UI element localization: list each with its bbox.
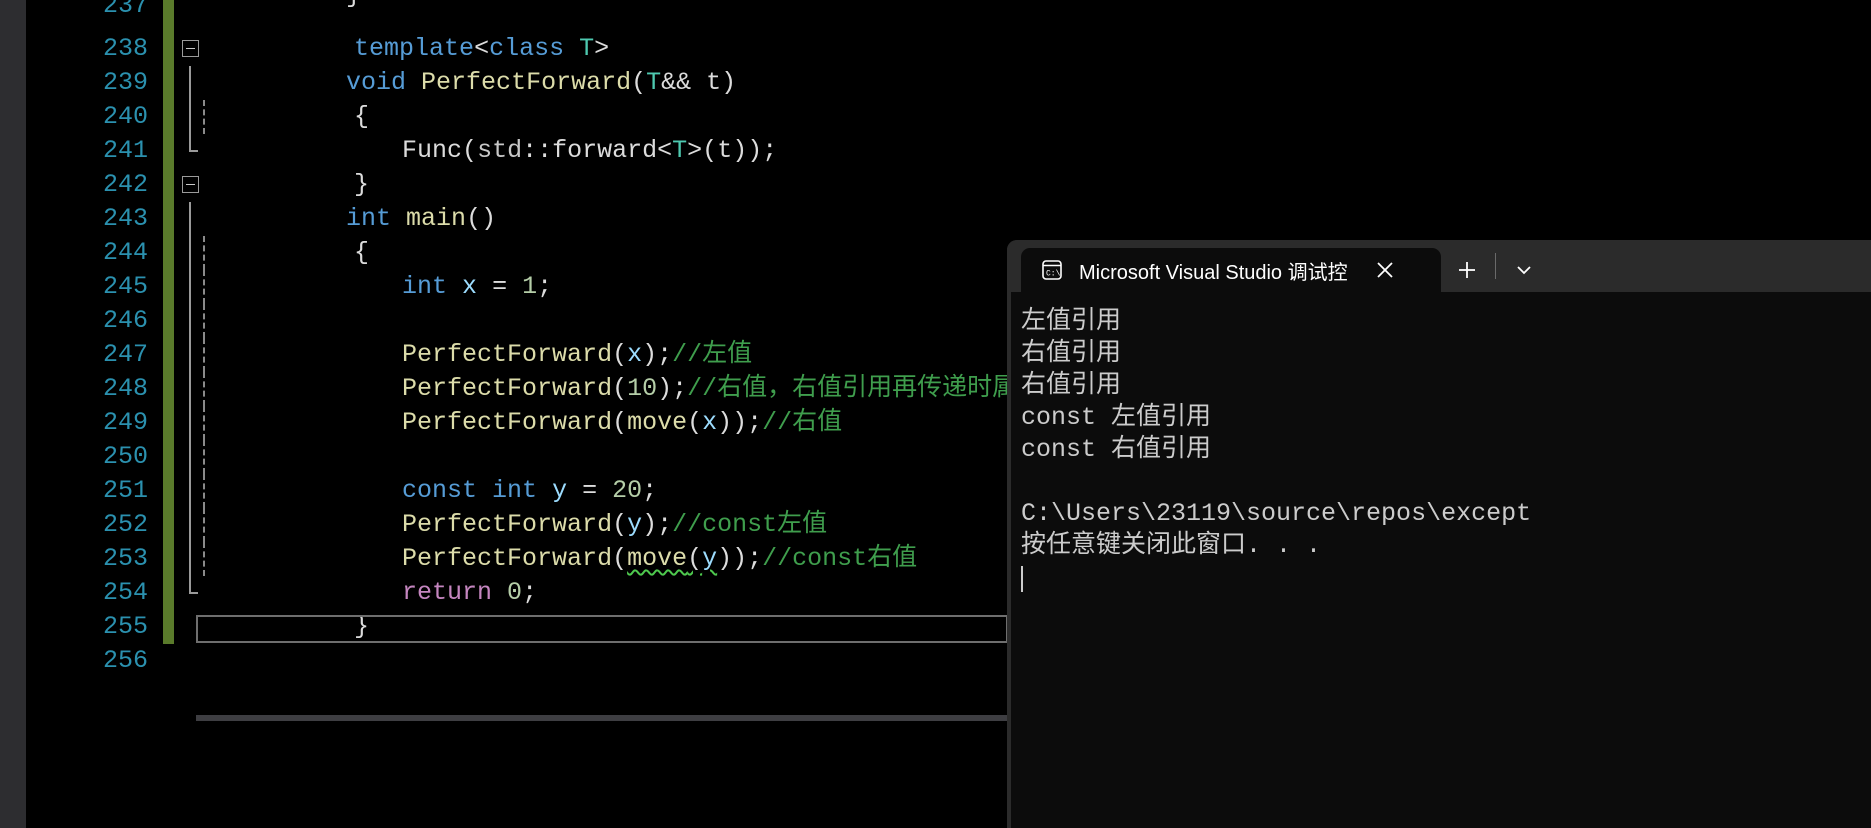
terminal-prompt-line: 按任意键关闭此窗口. . .	[1021, 531, 1322, 560]
screen-root: 237 } 238 template<class T> 239	[0, 0, 1871, 828]
code-line-243[interactable]: 243 int main()	[0, 168, 1010, 233]
code-line-256[interactable]: 256	[0, 610, 1010, 675]
terminal-output-line: 左值引用	[1021, 307, 1122, 336]
terminal-cursor-line	[1021, 562, 1871, 594]
code-line-239[interactable]: 239 void PerfectForward(T&& t)	[0, 32, 1010, 97]
code-line-241[interactable]: 241 Func(std::forward<T>(t));	[0, 100, 1010, 165]
code-line-238[interactable]: 238 template<class T>	[0, 0, 1010, 63]
code-line-247[interactable]: 247 PerfectForward(x);//左值	[0, 304, 1010, 369]
code-line-242[interactable]: 242 }	[0, 134, 1010, 199]
terminal-path-line: C:\Users\23119\source\repos\except	[1021, 499, 1532, 528]
terminal-scrollbar-edge[interactable]	[1007, 292, 1011, 828]
terminal-output-pane[interactable]: 左值引用 右值引用 右值引用 const 左值引用 const 右值引用 C:\…	[1007, 292, 1871, 828]
code-line-251[interactable]: 251 const int y = 20;	[0, 440, 1010, 505]
code-line-240[interactable]: 240 {	[0, 66, 1010, 131]
code-line-248[interactable]: 248 PerfectForward(10);//右值，右值引用再传递时属性是左…	[0, 338, 1010, 403]
svg-text:C:\: C:\	[1046, 270, 1061, 279]
code-line-252[interactable]: 252 PerfectForward(y);//const左值	[0, 474, 1010, 539]
terminal-tab-strip[interactable]: C:\ Microsoft Visual Studio 调试控	[1007, 240, 1871, 292]
new-tab-dropdown-button[interactable]	[1498, 248, 1550, 292]
text-cursor	[1021, 566, 1023, 593]
code-line-253[interactable]: 253 PerfectForward(move(y));//const右值	[0, 508, 1010, 573]
terminal-output-line: 右值引用	[1021, 339, 1122, 368]
console-cmd-icon: C:\	[1039, 257, 1065, 283]
code-line-249[interactable]: 249 PerfectForward(move(x));//右值	[0, 372, 1010, 437]
code-line-244[interactable]: 244 {	[0, 202, 1010, 267]
code-line-246[interactable]: 246	[0, 270, 1010, 335]
terminal-output-line: const 右值引用	[1021, 435, 1212, 464]
current-line-highlight	[196, 615, 1008, 643]
code-line-255[interactable]: 255 }	[0, 576, 1010, 641]
toolbar-divider	[1495, 253, 1496, 279]
plus-icon	[1459, 262, 1475, 278]
terminal-tab-title: Microsoft Visual Studio 调试控	[1079, 261, 1348, 284]
code-line-254[interactable]: 254 return 0;	[0, 542, 1010, 607]
close-icon[interactable]	[1368, 253, 1402, 287]
windows-terminal-window[interactable]: C:\ Microsoft Visual Studio 调试控 左值引用 右值引…	[1007, 240, 1871, 828]
code-area[interactable]: 237 } 238 template<class T> 239	[0, 0, 1010, 828]
terminal-tab[interactable]: C:\ Microsoft Visual Studio 调试控	[1021, 248, 1441, 292]
code-line-245[interactable]: 245 int x = 1;	[0, 236, 1010, 301]
terminal-output-line: 右值引用	[1021, 371, 1122, 400]
chevron-down-icon	[1517, 266, 1531, 275]
code-line-250[interactable]: 250	[0, 406, 1010, 471]
terminal-output-line: const 左值引用	[1021, 403, 1212, 432]
new-tab-button[interactable]	[1441, 248, 1493, 292]
line-number: 256	[102, 646, 148, 675]
